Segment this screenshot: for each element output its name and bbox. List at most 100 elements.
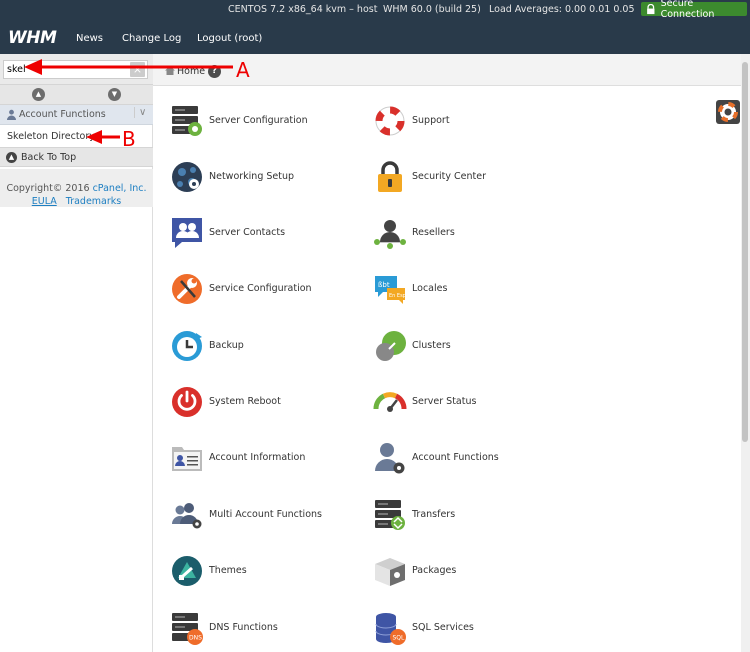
user-icon [7,109,16,120]
copyright-text: Copyright© 2016 [6,183,93,194]
item-label: DNS Functions [209,622,278,633]
networking-icon [172,162,202,192]
multi-account-icon [172,503,202,529]
item-backup[interactable]: Backup [170,329,360,365]
whm-version: WHM 60.0 (build 25) [383,4,481,15]
clear-search-button[interactable]: × [130,62,145,77]
collapse-all-icon[interactable]: ▲ [32,88,45,101]
scrollbar[interactable] [741,54,750,652]
item-label: Service Configuration [209,283,312,294]
top-bar: CENTOS 7.2 x86_64 kvm – host WHM 60.0 (b… [0,0,750,54]
expand-all-icon[interactable]: ▼ [108,88,121,101]
item-locales[interactable]: ßbt En Esp Locales [373,272,563,308]
home-icon[interactable] [165,66,175,75]
item-transfers[interactable]: Transfers [373,498,563,534]
svg-text:DNS: DNS [189,635,202,642]
chevron-down-icon[interactable]: ∨ [134,107,146,118]
item-label: Server Configuration [209,115,308,126]
annotation-a: A [236,58,250,82]
nav-change-log[interactable]: Change Log [122,33,181,44]
secure-connection-badge[interactable]: Secure Connection [641,0,747,20]
status-line: CENTOS 7.2 x86_64 kvm – host WHM 60.0 (b… [0,4,750,18]
item-security-center[interactable]: Security Center [373,160,563,196]
help-icon[interactable]: ? [208,65,221,78]
item-themes[interactable]: Themes [170,554,360,590]
item-resellers[interactable]: Resellers [373,216,563,252]
back-to-top-label: Back To Top [21,152,77,163]
item-label: Packages [412,565,457,576]
item-label: System Reboot [209,396,281,407]
nav-logout[interactable]: Logout (root) [197,33,262,44]
item-service-configuration[interactable]: Service Configuration [170,272,360,308]
item-server-configuration[interactable]: Server Configuration [170,104,360,140]
item-system-reboot[interactable]: System Reboot [170,385,360,421]
eula-link[interactable]: EULA [32,196,57,207]
copyright: Copyright© 2016 cPanel, Inc. [0,183,153,194]
lock-icon [647,3,655,14]
secure-connection-label: Secure Connection [660,0,715,20]
svg-text:SQL: SQL [393,635,406,642]
item-dns-functions[interactable]: DNS DNS Functions [170,611,360,647]
sidebar-footer: Copyright© 2016 cPanel, Inc. EULA Tradem… [0,169,153,207]
item-label: Server Contacts [209,227,286,238]
item-packages[interactable]: Packages [373,554,563,590]
svg-text:ßbt: ßbt [378,281,390,289]
item-label: Backup [209,340,244,351]
item-server-status[interactable]: Server Status [373,385,563,421]
lifebuoy-icon [375,106,405,136]
item-server-contacts[interactable]: Server Contacts [170,216,360,252]
lock-icon [378,161,402,192]
nav-news[interactable]: News [76,33,103,44]
clusters-icon [376,331,406,361]
category-label: Account Functions [19,109,106,120]
item-label: Account Information [209,452,306,463]
scrollbar-thumb[interactable] [742,62,748,442]
contacts-icon [172,218,202,248]
item-label: Locales [412,283,448,294]
whm-logo[interactable]: WHM [8,28,57,48]
themes-icon [172,556,202,586]
item-label: Themes [209,565,247,576]
account-functions-icon [375,443,405,474]
sidebar-item-skeleton-directory[interactable]: Skeleton Directory [7,131,95,142]
server-config-icon [172,106,202,136]
category-account-functions[interactable]: Account Functions ∨ [0,105,153,125]
dns-icon: DNS [172,613,203,645]
packages-icon [375,558,405,586]
item-label: Multi Account Functions [209,509,322,520]
lifebuoy-icon [718,102,738,122]
wrench-icon [172,274,202,304]
item-clusters[interactable]: Clusters [373,329,563,365]
item-label: Support [412,115,450,126]
item-support[interactable]: Support [373,104,563,140]
backup-icon [172,331,202,361]
svg-text:En Esp: En Esp [389,293,406,299]
item-label: SQL Services [412,622,474,633]
search-input[interactable] [3,60,148,79]
search-row: × [0,54,153,84]
load-averages: Load Averages: 0.00 0.01 0.05 [489,4,635,15]
item-sql-services[interactable]: SQL SQL Services [373,611,563,647]
gauge-icon [373,392,407,412]
annotation-b: B [122,127,136,151]
item-multi-account-functions[interactable]: Multi Account Functions [170,498,360,534]
trademarks-link[interactable]: Trademarks [66,196,121,207]
item-label: Transfers [412,509,456,520]
breadcrumb-home[interactable]: Home [177,66,205,77]
power-icon [172,387,202,417]
item-account-information[interactable]: Account Information [170,441,360,477]
locales-icon: ßbt En Esp [375,276,406,304]
cpanel-link[interactable]: cPanel, Inc. [93,183,147,194]
legal-links: EULA Trademarks [0,196,153,207]
collapse-controls: ▲ ▼ [0,84,153,105]
arrow-up-icon: ▲ [6,152,17,163]
resellers-icon [374,220,406,249]
item-account-functions[interactable]: Account Functions [373,441,563,477]
floating-support-button[interactable] [716,100,740,124]
transfers-icon [375,500,405,530]
account-info-icon [172,447,202,471]
item-label: Clusters [412,340,451,351]
item-label: Server Status [412,396,477,407]
sql-icon: SQL [375,613,406,645]
item-networking-setup[interactable]: Networking Setup [170,160,360,196]
